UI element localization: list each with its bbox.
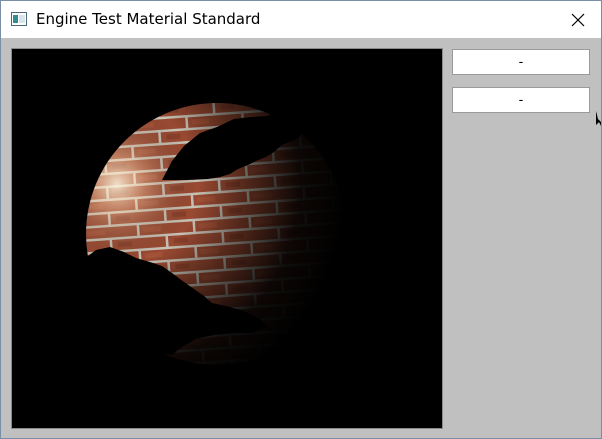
option-button-2[interactable]: - xyxy=(452,87,590,113)
app-window-icon xyxy=(11,12,27,26)
window-title: Engine Test Material Standard xyxy=(36,10,261,28)
close-button[interactable] xyxy=(555,1,601,38)
render-viewport[interactable] xyxy=(11,48,443,429)
sphere-render xyxy=(12,49,442,428)
client-area: - - xyxy=(1,38,601,438)
option-button-1[interactable]: - xyxy=(452,49,590,75)
close-icon xyxy=(571,13,585,26)
app-window: Engine Test Material Standard - - xyxy=(0,0,602,439)
title-bar[interactable]: Engine Test Material Standard xyxy=(1,1,601,38)
mouse-cursor-icon xyxy=(596,111,601,126)
